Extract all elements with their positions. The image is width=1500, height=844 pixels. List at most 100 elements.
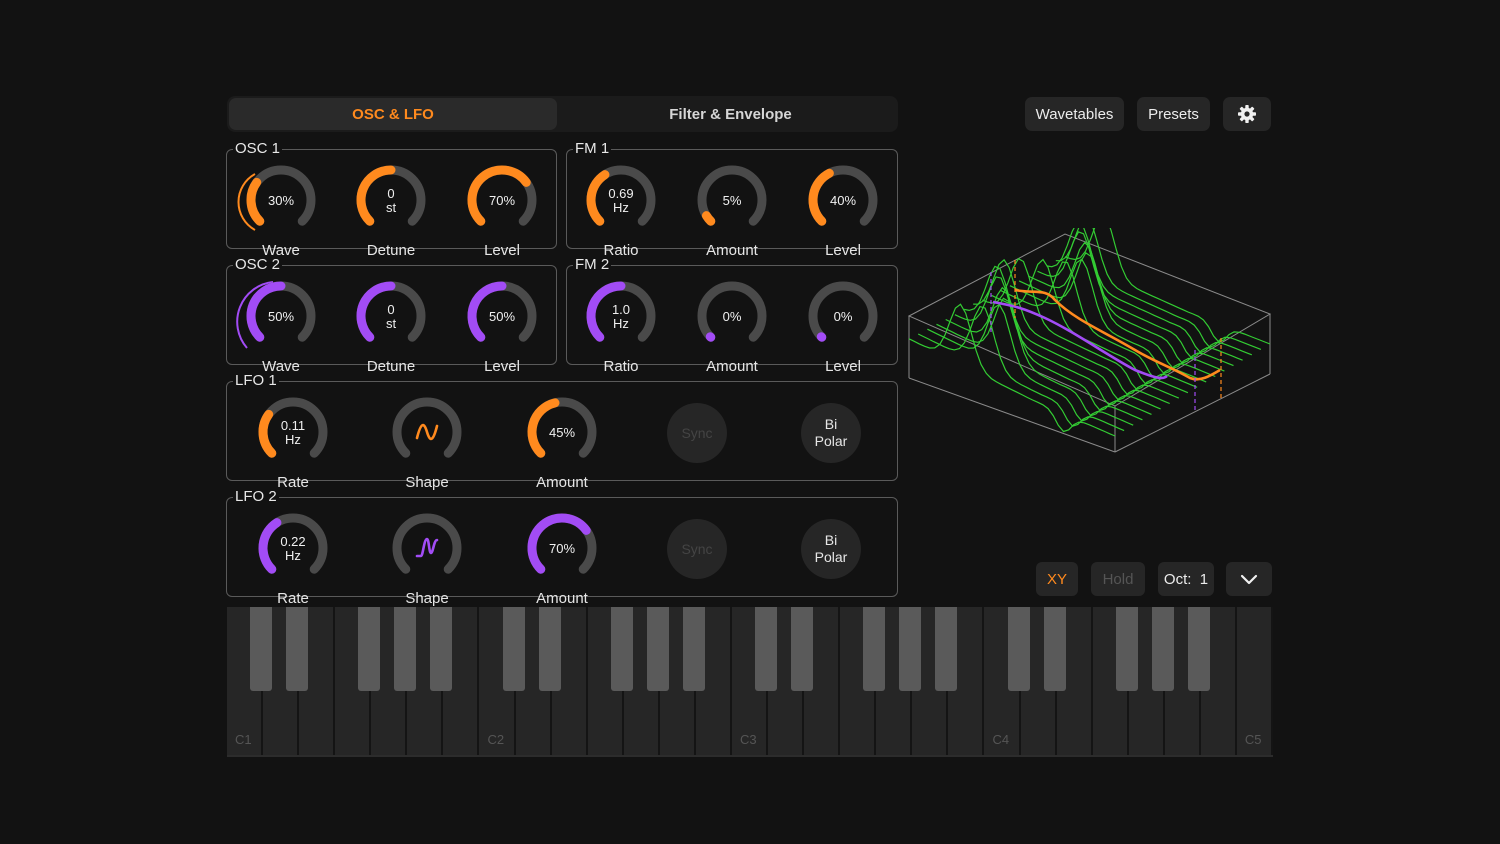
- fm1-amount-knob[interactable]: 5% Amount: [694, 162, 770, 259]
- fm2-ratio-knob[interactable]: 1.0 Hz Ratio: [583, 278, 659, 375]
- bipolar-label-bottom: Polar: [814, 433, 848, 449]
- knob-unit: st: [385, 316, 397, 331]
- osc2-detune-knob[interactable]: 0 st Detune: [353, 278, 429, 375]
- tab-bar: OSC & LFO Filter & Envelope: [227, 96, 898, 132]
- osc2-title: OSC 2: [233, 256, 283, 274]
- knob-value: 0: [387, 186, 395, 201]
- bipolar-label-bottom: Polar: [814, 549, 848, 565]
- knob-value: 0: [387, 302, 395, 317]
- black-key[interactable]: [863, 607, 886, 691]
- knob-label: Amount: [536, 474, 588, 491]
- knob-value: 50%: [267, 309, 295, 324]
- black-key[interactable]: [646, 607, 669, 691]
- knob-label: Level: [484, 358, 520, 375]
- knob-value: 1.0: [611, 302, 631, 317]
- tab-filter-envelope[interactable]: Filter & Envelope: [565, 98, 896, 130]
- black-key[interactable]: [1151, 607, 1174, 691]
- knob-label: Level: [484, 242, 520, 259]
- knob-label: Amount: [706, 358, 758, 375]
- black-key[interactable]: [755, 607, 778, 691]
- black-key[interactable]: [1115, 607, 1138, 691]
- osc2-wave-knob[interactable]: 50% Wave: [243, 278, 319, 375]
- octave-label: C5: [1244, 732, 1262, 747]
- lfo2-bipolar-button[interactable]: Bi Polar: [801, 519, 861, 579]
- bipolar-label-top: Bi: [824, 532, 838, 548]
- osc1-wave-knob[interactable]: 30% Wave: [243, 162, 319, 259]
- knob-fill: [705, 332, 716, 342]
- knob-label: Level: [825, 242, 861, 259]
- knob-label: Level: [825, 358, 861, 375]
- black-key[interactable]: [430, 607, 453, 691]
- wavetables-button[interactable]: Wavetables: [1025, 97, 1124, 131]
- xy-button[interactable]: XY: [1036, 562, 1078, 596]
- black-key[interactable]: [538, 607, 561, 691]
- knob-value: 0%: [722, 309, 742, 324]
- knob-unit: Hz: [285, 432, 301, 447]
- knob-fill: [816, 332, 827, 342]
- black-key[interactable]: [899, 607, 922, 691]
- black-key[interactable]: [1043, 607, 1066, 691]
- knob-label: Amount: [536, 590, 588, 607]
- lfo2-amount-knob[interactable]: 70% Amount: [524, 510, 600, 607]
- black-key[interactable]: [791, 607, 814, 691]
- lfo1-sync-button[interactable]: Sync: [667, 403, 727, 463]
- wavetable-frame-line: [1055, 228, 1262, 350]
- lfo1-amount-knob[interactable]: 45% Amount: [524, 394, 600, 491]
- black-key[interactable]: [250, 607, 273, 691]
- lfo2-shape-knob[interactable]: Shape: [389, 510, 465, 607]
- black-key[interactable]: [394, 607, 417, 691]
- knob-label: Detune: [366, 242, 416, 259]
- white-key[interactable]: C5: [1236, 607, 1273, 755]
- osc1-detune-knob[interactable]: 0 st Detune: [353, 162, 429, 259]
- octave-label: C1: [235, 732, 252, 747]
- black-key[interactable]: [682, 607, 705, 691]
- black-key[interactable]: [502, 607, 525, 691]
- lfo1-bipolar-button[interactable]: Bi Polar: [801, 403, 861, 463]
- settings-button[interactable]: [1223, 97, 1271, 131]
- gear-icon: [1238, 105, 1256, 123]
- fm1-panel: FM 1 0.69 Hz Ratio 5% Amount 40% Level: [566, 140, 898, 259]
- knob-value: 0.22: [280, 534, 306, 549]
- black-key[interactable]: [935, 607, 958, 691]
- knob-value: 40%: [829, 193, 857, 208]
- knob-value: 45%: [548, 425, 576, 440]
- wavetable-frame-line: [1009, 258, 1216, 378]
- hold-button[interactable]: Hold: [1091, 562, 1145, 596]
- octave-button[interactable]: Oct: 1: [1158, 562, 1214, 596]
- wave-shape-icon: [415, 537, 439, 558]
- osc1-level-knob[interactable]: 70% Level: [464, 162, 540, 259]
- wavetable-box-top: [907, 233, 1272, 407]
- wavetable-frame-line: [908, 303, 1116, 437]
- lfo1-shape-knob[interactable]: Shape: [389, 394, 465, 491]
- knob-value: 5%: [722, 193, 742, 208]
- osc1-panel: OSC 1 30% Wave 0 st Detune 70% Level: [226, 140, 557, 259]
- osc2-level-knob[interactable]: 50% Level: [464, 278, 540, 375]
- lfo2-title: LFO 2: [233, 488, 279, 506]
- piano-keyboard[interactable]: C1 C2 C3 C4 C5: [227, 607, 1273, 757]
- lfo2-rate-knob[interactable]: 0.22 Hz Rate: [255, 510, 331, 607]
- expand-button[interactable]: [1226, 562, 1272, 596]
- lfo2-sync-button[interactable]: Sync: [667, 519, 727, 579]
- fm1-level-knob[interactable]: 40% Level: [805, 162, 881, 259]
- knob-value: 30%: [267, 193, 295, 208]
- knob-label: Shape: [405, 474, 449, 491]
- knob-value: 70%: [548, 541, 576, 556]
- black-key[interactable]: [1007, 607, 1030, 691]
- bipolar-label-top: Bi: [824, 416, 838, 432]
- presets-button[interactable]: Presets: [1137, 97, 1210, 131]
- lfo1-rate-knob[interactable]: 0.11 Hz Rate: [255, 394, 331, 491]
- octave-label: C2: [487, 732, 505, 747]
- fm2-amount-knob[interactable]: 0% Amount: [694, 278, 770, 375]
- tab-osc-lfo[interactable]: OSC & LFO: [229, 98, 557, 130]
- octave-label: C3: [739, 732, 757, 747]
- black-key[interactable]: [286, 607, 309, 691]
- wavetable-frame-line: [1064, 228, 1271, 345]
- black-key[interactable]: [1187, 607, 1210, 691]
- wavetable-3d-view: [907, 228, 1272, 453]
- black-key[interactable]: [358, 607, 381, 691]
- wavetable-frame-line: [1018, 252, 1225, 372]
- black-key[interactable]: [610, 607, 633, 691]
- fm1-ratio-knob[interactable]: 0.69 Hz Ratio: [583, 162, 659, 259]
- fm2-level-knob[interactable]: 0% Level: [805, 278, 881, 375]
- lfo2-panel: LFO 2 0.22 Hz Rate Shape 70% Amount Sync…: [226, 488, 898, 607]
